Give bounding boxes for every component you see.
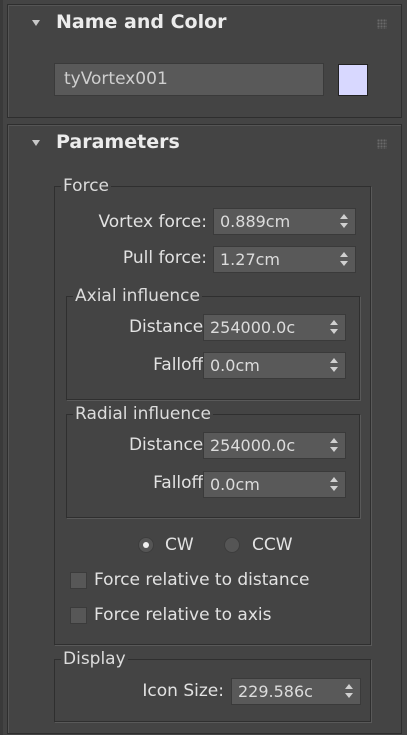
panel-left-edge [0, 0, 3, 735]
vortex-force-spinner[interactable]: 0.889cm [213, 208, 356, 235]
icon-size-spinner[interactable]: 229.586c [231, 678, 361, 705]
force-relative-distance-checkbox[interactable] [70, 572, 87, 589]
cw-radio[interactable] [138, 537, 154, 553]
spinner-arrows-icon[interactable] [327, 437, 341, 454]
ccw-label[interactable]: CCW [252, 534, 293, 556]
axial-falloff-label: Falloff: [153, 355, 209, 375]
name-and-color-header[interactable]: Name and Color [8, 5, 401, 45]
force-group: Force Vortex force: 0.889cm Pull force: … [54, 176, 371, 645]
cw-label[interactable]: CW [165, 534, 194, 556]
object-name-field[interactable]: tyVortex001 [54, 63, 324, 96]
radial-influence-group: Radial influence Distance: 254000.0c Fal… [66, 404, 360, 518]
vortex-force-value[interactable]: 0.889cm [220, 209, 333, 234]
icon-size-label: Icon Size: [142, 681, 224, 701]
collapse-triangle-icon[interactable] [32, 140, 40, 146]
parameters-title: Parameters [56, 131, 180, 153]
axial-falloff-spinner[interactable]: 0.0cm [203, 352, 346, 379]
vortex-force-label: Vortex force: [98, 212, 207, 232]
force-relative-distance-label[interactable]: Force relative to distance [94, 569, 309, 591]
icon-size-value[interactable]: 229.586c [238, 679, 338, 704]
object-color-swatch[interactable] [338, 64, 368, 96]
spinner-arrows-icon[interactable] [327, 319, 341, 336]
axial-influence-group: Axial influence Distance: 254000.0c Fall… [66, 286, 360, 400]
spinner-arrows-icon[interactable] [337, 213, 351, 230]
axial-influence-label: Axial influence [73, 286, 202, 306]
spinner-arrows-icon[interactable] [342, 683, 356, 700]
spinner-arrows-icon[interactable] [327, 476, 341, 493]
pull-force-label: Pull force: [122, 248, 207, 268]
parameters-header[interactable]: Parameters [8, 125, 401, 165]
radial-distance-label: Distance: [128, 435, 209, 455]
ccw-radio[interactable] [224, 537, 240, 553]
name-and-color-rollout: Name and Color tyVortex001 [7, 4, 402, 118]
pull-force-spinner[interactable]: 1.27cm [213, 246, 356, 273]
axial-distance-label: Distance: [128, 317, 209, 337]
spinner-arrows-icon[interactable] [327, 357, 341, 374]
spinner-arrows-icon[interactable] [337, 251, 351, 268]
pull-force-value[interactable]: 1.27cm [220, 247, 333, 272]
display-group: Display Icon Size: 229.586c [54, 649, 371, 722]
radial-falloff-spinner[interactable]: 0.0cm [203, 471, 346, 498]
name-and-color-title: Name and Color [56, 11, 227, 33]
collapse-triangle-icon[interactable] [32, 20, 40, 26]
radial-influence-label: Radial influence [73, 404, 213, 424]
radial-distance-spinner[interactable]: 254000.0c [203, 432, 346, 459]
parameters-rollout: Parameters Force Vortex force: 0.889cm P… [7, 124, 402, 734]
force-relative-axis-checkbox[interactable] [70, 607, 87, 624]
display-group-label: Display [61, 649, 128, 669]
drag-grip-icon[interactable] [377, 139, 387, 149]
axial-distance-value[interactable]: 254000.0c [210, 315, 323, 340]
radial-distance-value[interactable]: 254000.0c [210, 433, 323, 458]
radial-falloff-value[interactable]: 0.0cm [210, 472, 323, 497]
axial-falloff-value[interactable]: 0.0cm [210, 353, 323, 378]
drag-grip-icon[interactable] [377, 19, 387, 29]
force-relative-axis-label[interactable]: Force relative to axis [94, 604, 271, 626]
radial-falloff-label: Falloff: [153, 473, 209, 493]
force-group-label: Force [61, 176, 111, 196]
axial-distance-spinner[interactable]: 254000.0c [203, 314, 346, 341]
